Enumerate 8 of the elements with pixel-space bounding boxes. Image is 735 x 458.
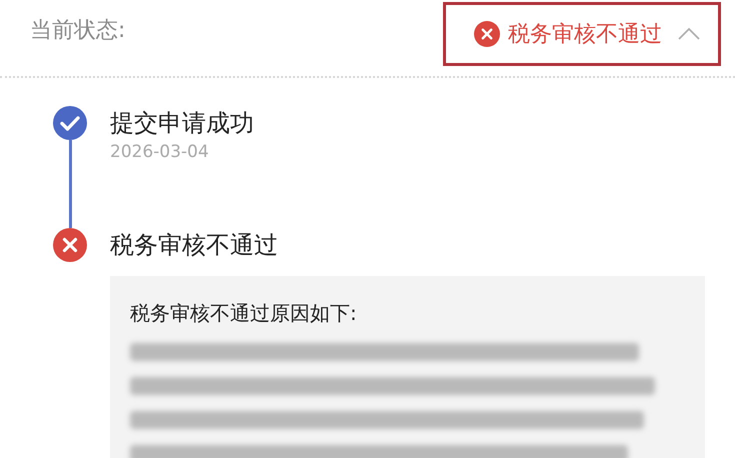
step-title: 提交申请成功 <box>110 108 255 139</box>
reason-title: 税务审核不通过原因如下: <box>130 300 358 327</box>
step-date: 2026-03-04 <box>110 142 210 162</box>
step-title: 税务审核不通过 <box>110 230 279 261</box>
cross-circle-icon <box>474 21 500 47</box>
caret-icon <box>676 26 702 42</box>
status-dropdown[interactable]: 税务审核不通过 <box>443 2 721 66</box>
status-label: 当前状态: <box>30 17 126 45</box>
